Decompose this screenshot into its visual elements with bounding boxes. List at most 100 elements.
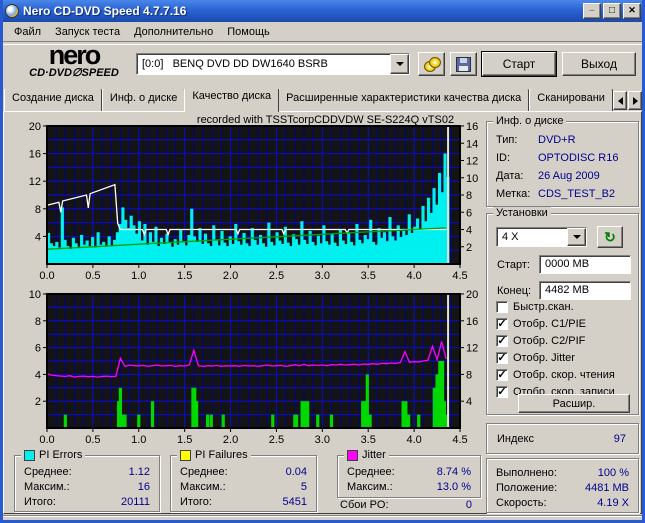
checkbox-row-jitter[interactable]: ✓ Отобр. Jitter [496, 351, 575, 365]
drive-selector-value: [0:0] BENQ DVD DD DW1640 BSRB [142, 58, 328, 70]
speed-selector[interactable]: 4 X [496, 227, 587, 247]
eject-disc-button[interactable] [418, 52, 445, 76]
svg-text:4: 4 [466, 225, 472, 237]
checkbox-row-c2-pif[interactable]: ✓ Отобр. C2/PIF [496, 334, 585, 348]
refresh-icon: ↻ [604, 229, 616, 245]
svg-text:12: 12 [466, 156, 478, 168]
menu-file[interactable]: Файл [7, 24, 48, 40]
window-title: Nero CD-DVD Speed 4.7.7.16 [23, 4, 187, 18]
speed-selector-dropdown-button[interactable] [567, 228, 586, 246]
svg-text:6: 6 [35, 343, 41, 355]
disc-id-value: OPTODISC R16 [538, 152, 619, 164]
show-c2-pif-label: Отобр. C2/PIF [513, 335, 586, 347]
tab-advanced-quality[interactable]: Расширенные характеристики качества диск… [278, 89, 530, 112]
jitter-max-label: Максим.: [347, 480, 393, 493]
menu-help[interactable]: Помощь [220, 24, 277, 40]
show-c1-pie-label: Отобр. C1/PIE [513, 318, 586, 330]
drive-selector-dropdown-button[interactable] [390, 54, 409, 74]
pie-total-value: 20111 [121, 495, 150, 508]
disc-id-row: ID: OPTODISC R16 [487, 149, 638, 167]
menu-run-test[interactable]: Запуск теста [48, 24, 127, 40]
disc-date-label: Дата: [496, 170, 524, 182]
jitter-swatch [347, 449, 358, 461]
close-icon[interactable] [623, 3, 641, 19]
svg-text:4: 4 [35, 369, 41, 381]
svg-text:3.0: 3.0 [315, 434, 330, 446]
tab-scandisc[interactable]: Сканировани [529, 89, 613, 112]
fast-scan-checkbox[interactable] [496, 301, 508, 313]
pi-errors-swatch [24, 449, 35, 461]
svg-text:recorded with TSSTcorpCDDVDW S: recorded with TSSTcorpCDDVDW SE-S224Q vT… [197, 114, 454, 126]
pif-avg-label: Среднее: [180, 465, 228, 478]
nero-logo: nero CD·DVD∅SPEED [14, 40, 134, 79]
svg-text:4.5: 4.5 [452, 434, 467, 446]
refresh-button[interactable]: ↻ [597, 226, 623, 248]
chevron-down-icon [572, 235, 581, 239]
nero-logo-text: nero [48, 40, 102, 70]
show-c2-pif-checkbox[interactable]: ✓ [496, 335, 508, 347]
tab-scroll-left-button[interactable] [613, 91, 627, 110]
checkbox-row-fast-scan[interactable]: Быстр.скан. [496, 300, 574, 314]
pi-errors-legend: PI Errors [21, 449, 86, 461]
tab-disc-info[interactable]: Инф. о диске [101, 89, 186, 112]
checkbox-row-read-speed[interactable]: ✓ Отобр. скор. чтения [496, 368, 615, 382]
chevron-left-icon [617, 96, 623, 105]
title-bar: Nero CD-DVD Speed 4.7.7.16 [0, 0, 645, 22]
pi-errors-title: PI Errors [39, 449, 83, 461]
show-read-speed-label: Отобр. скор. чтения [513, 369, 615, 381]
svg-text:8: 8 [35, 316, 41, 328]
pi-failures-title: PI Failures [195, 449, 248, 461]
po-failures-row: Сбои PO: 0 [340, 499, 478, 511]
disc-label-row: Метка: CDS_TEST_B2 [487, 185, 638, 203]
start-position-input[interactable]: 0000 MB [539, 255, 631, 274]
app-icon [5, 4, 19, 18]
status-bar [3, 515, 642, 521]
pif-max-value: 5 [300, 480, 307, 493]
tab-disc-quality[interactable]: Качество диска [184, 89, 280, 112]
svg-text:3.5: 3.5 [361, 434, 376, 446]
disc-info-group-title: Инф. о диске [493, 115, 567, 127]
start-button[interactable]: Старт [482, 52, 556, 76]
end-position-label: Конец: [497, 285, 532, 297]
svg-text:10: 10 [466, 173, 478, 185]
eject-disc-icon [423, 57, 441, 72]
show-write-speed-checkbox[interactable]: ✓ [496, 386, 508, 398]
show-jitter-checkbox[interactable]: ✓ [496, 352, 508, 364]
speed-value: 4.19 X [597, 496, 629, 509]
show-c1-pie-checkbox[interactable]: ✓ [496, 318, 508, 330]
disc-info-group: Инф. о диске Тип: DVD+R ID: OPTODISC R16… [486, 115, 639, 207]
po-failures-value: 0 [465, 499, 472, 511]
fast-scan-label: Быстр.скан. [513, 301, 574, 313]
position-value: 4481 MB [584, 481, 629, 494]
disc-type-value: DVD+R [538, 134, 576, 146]
end-position-input[interactable]: 4482 MB [539, 281, 631, 300]
pie-avg-value: 1.12 [128, 465, 150, 478]
advanced-button[interactable]: Расшир. [518, 394, 630, 413]
svg-text:1.5: 1.5 [177, 434, 192, 446]
show-read-speed-checkbox[interactable]: ✓ [496, 369, 508, 381]
save-button[interactable] [450, 52, 477, 76]
drive-selector[interactable]: [0:0] BENQ DVD DD DW1640 BSRB [136, 53, 410, 75]
maximize-icon[interactable] [603, 3, 621, 19]
disc-label-label: Метка: [496, 188, 531, 200]
checkbox-row-c1-pie[interactable]: ✓ Отобр. C1/PIE [496, 317, 586, 331]
svg-text:4: 4 [35, 231, 41, 243]
speed-selector-value: 4 X [502, 231, 519, 243]
svg-text:4.0: 4.0 [406, 434, 421, 446]
menu-bar: Файл Запуск теста Дополнительно Помощь [3, 22, 642, 41]
svg-text:12: 12 [29, 176, 41, 188]
pi-errors-chart: 481216202468101214160.0 0.5 1.0 1.5 2.0 2.5 3.… [29, 114, 479, 282]
tab-scroll-right-button[interactable] [628, 91, 642, 110]
pif-avg-value: 0.04 [285, 465, 307, 478]
cdspeed-logo-text: CD·DVD∅SPEED [29, 67, 119, 79]
tab-create-disc[interactable]: Создание диска [4, 89, 102, 112]
chevron-right-icon [632, 96, 638, 105]
svg-text:16: 16 [466, 121, 478, 133]
minimize-icon[interactable] [583, 3, 601, 19]
svg-text:12: 12 [466, 343, 478, 355]
svg-text:2.0: 2.0 [223, 434, 238, 446]
exit-button[interactable]: Выход [562, 52, 636, 76]
done-row: Выполнено: 100 % [487, 465, 638, 480]
menu-extra[interactable]: Дополнительно [127, 24, 220, 40]
svg-text:16: 16 [29, 149, 41, 161]
